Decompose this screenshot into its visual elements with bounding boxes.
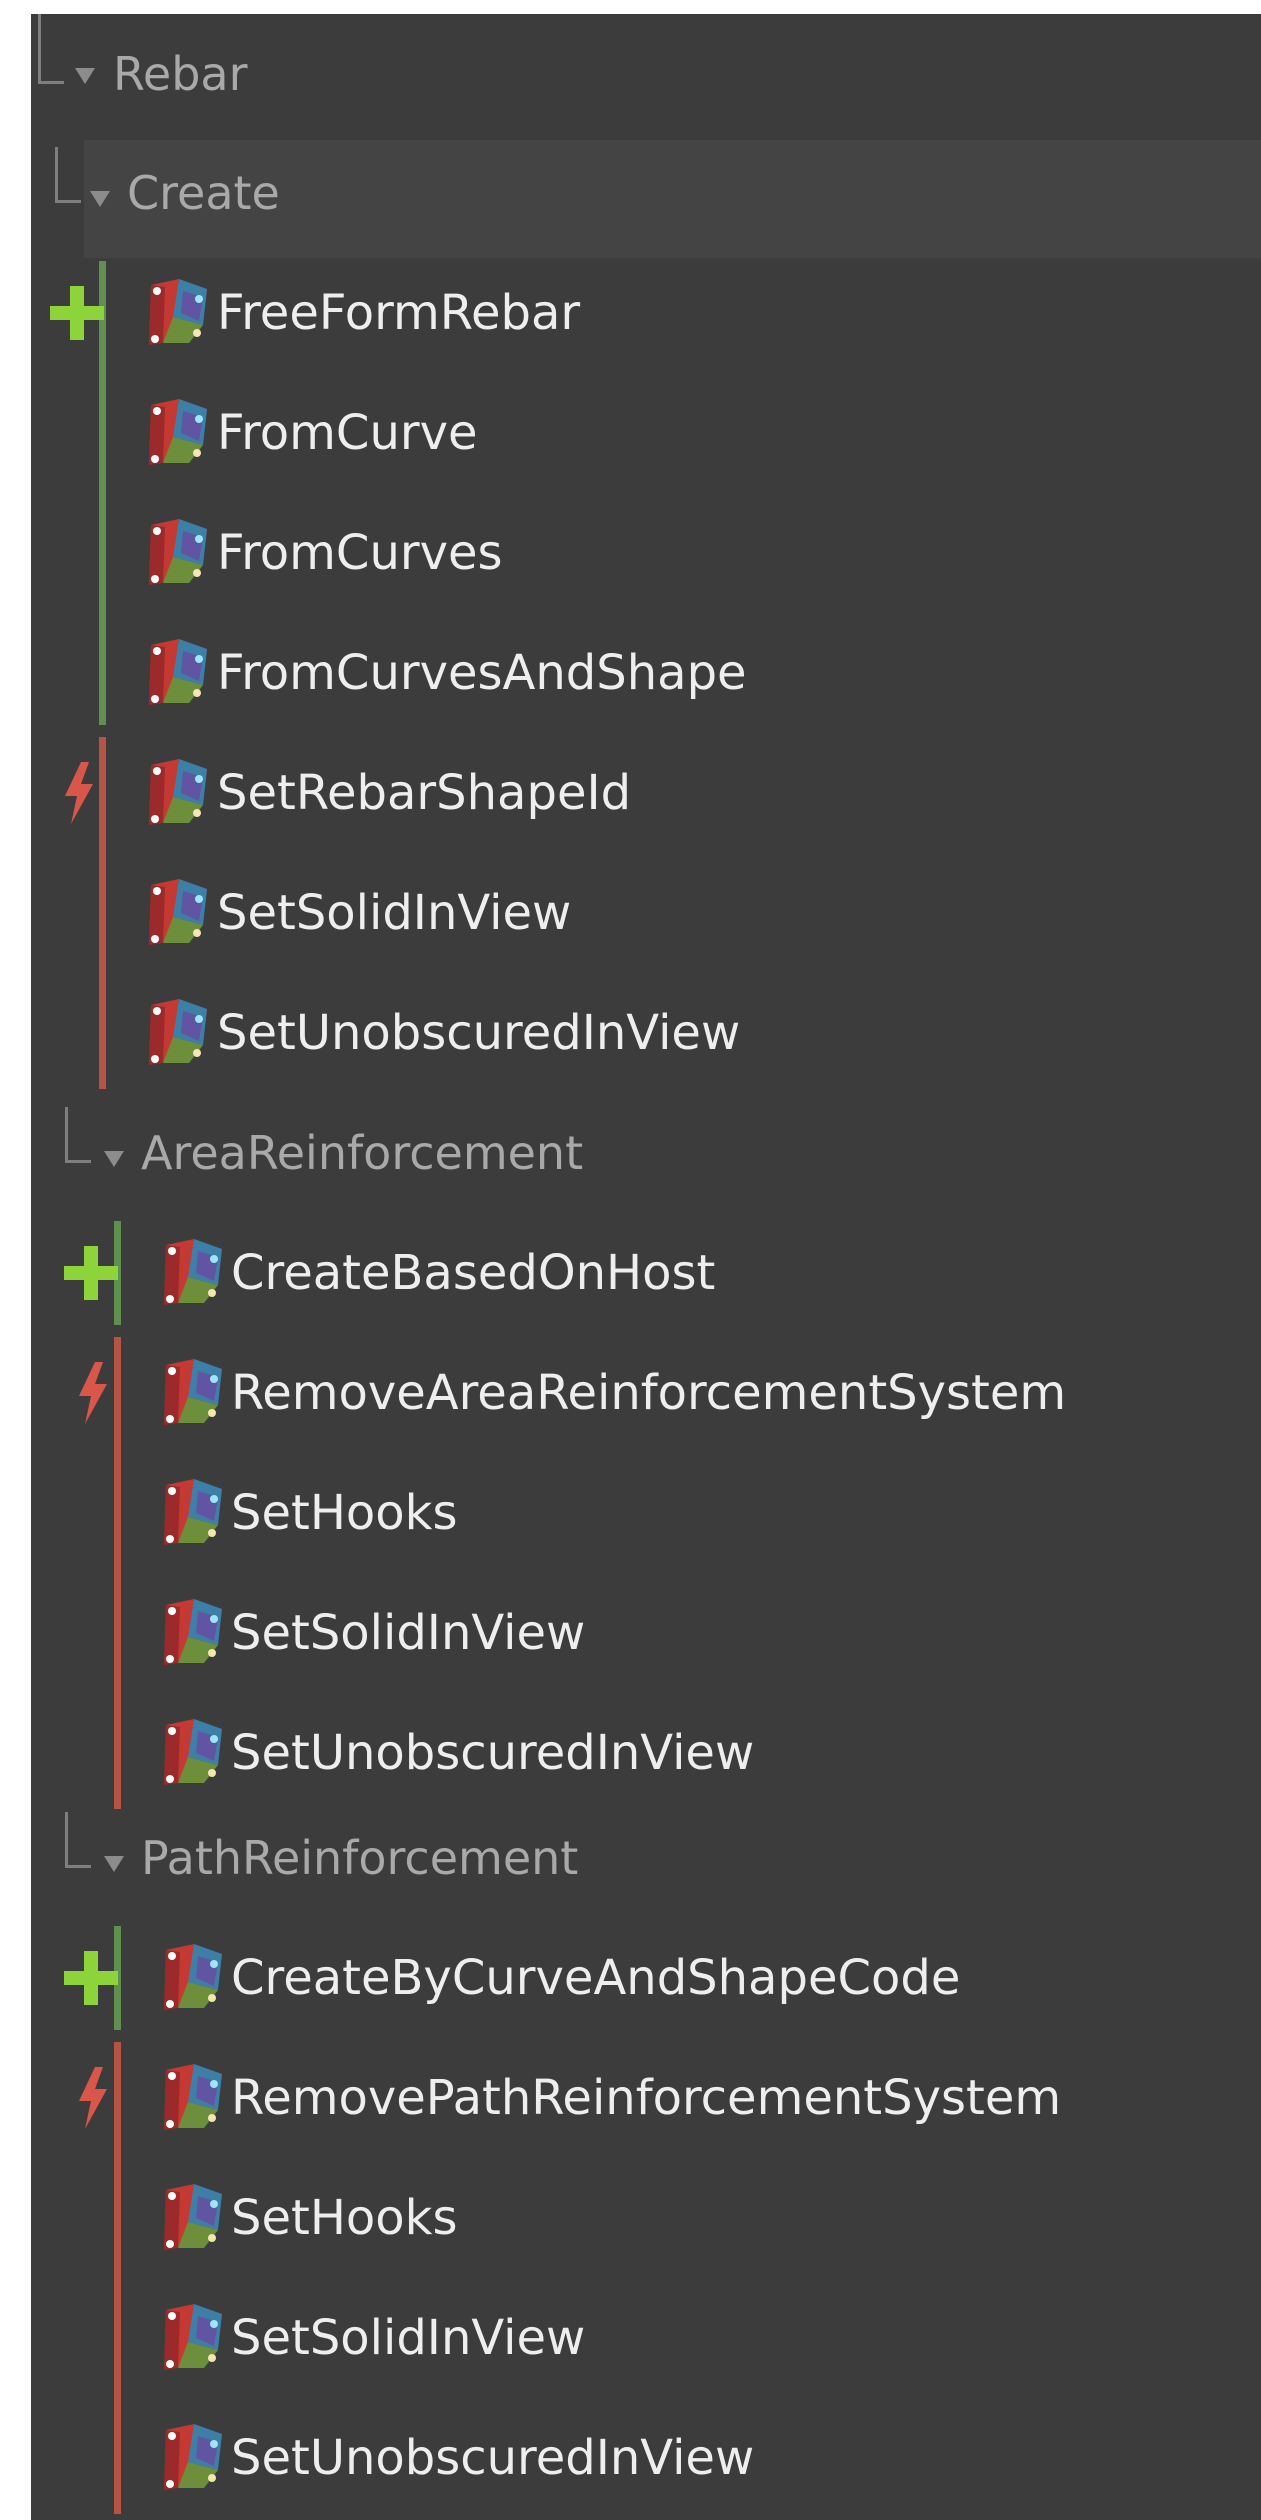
- dynamo-node-icon: [143, 637, 215, 709]
- node-library-panel: Rebar Create FreeFormRebar FromCurve FromCu…: [31, 14, 1261, 2520]
- node-label: CreateByCurveAndShapeCode: [231, 1950, 961, 2006]
- tree-connector: [55, 147, 81, 203]
- node-label: SetSolidInView: [217, 885, 572, 941]
- node-label: SetHooks: [231, 2190, 458, 2246]
- category-label: Rebar: [113, 47, 248, 101]
- node-label: RemoveAreaReinforcementSystem: [231, 1365, 1067, 1421]
- tree-connector: [38, 14, 64, 84]
- caret-down-icon[interactable]: [75, 68, 95, 84]
- node-label: CreateBasedOnHost: [231, 1245, 716, 1301]
- dynamo-node-icon: [143, 397, 215, 469]
- dynamo-node-icon: [158, 1597, 230, 1669]
- node-label: SetSolidInView: [231, 1605, 586, 1661]
- node-label: SetUnobscuredInView: [231, 2430, 755, 2486]
- lightning-bolt-icon: [73, 2067, 113, 2129]
- node-label: FromCurvesAndShape: [217, 645, 747, 701]
- dynamo-node-icon: [143, 757, 215, 829]
- dynamo-node-icon: [158, 1942, 230, 2014]
- group-label: PathReinforcement: [141, 1831, 579, 1885]
- node-label: SetSolidInView: [231, 2310, 586, 2366]
- tree-connector: [65, 1812, 91, 1868]
- plus-icon: [48, 284, 106, 342]
- dynamo-node-icon: [158, 2422, 230, 2494]
- node-label: FromCurves: [217, 525, 503, 581]
- dynamo-node-icon: [158, 2062, 230, 2134]
- plus-icon: [62, 1244, 120, 1302]
- plus-icon: [62, 1949, 120, 2007]
- node-label: SetHooks: [231, 1485, 458, 1541]
- dynamo-node-icon: [158, 1717, 230, 1789]
- dynamo-node-icon: [158, 2302, 230, 2374]
- dynamo-node-icon: [158, 2182, 230, 2254]
- dynamo-node-icon: [158, 1237, 230, 1309]
- dynamo-node-icon: [143, 517, 215, 589]
- dynamo-node-icon: [143, 997, 215, 1069]
- caret-down-icon[interactable]: [104, 1151, 124, 1167]
- caret-down-icon[interactable]: [90, 191, 110, 207]
- caret-down-icon[interactable]: [104, 1856, 124, 1872]
- node-label: RemovePathReinforcementSystem: [231, 2070, 1062, 2126]
- lightning-bolt-icon: [73, 1362, 113, 1424]
- action-section-bar: [99, 737, 106, 1089]
- node-label: SetUnobscuredInView: [231, 1725, 755, 1781]
- dynamo-node-icon: [158, 1477, 230, 1549]
- tree-connector: [65, 1107, 91, 1163]
- group-label: Create: [127, 166, 280, 220]
- lightning-bolt-icon: [59, 762, 99, 824]
- dynamo-node-icon: [158, 1357, 230, 1429]
- node-label: FromCurve: [217, 405, 478, 461]
- group-label: AreaReinforcement: [141, 1126, 584, 1180]
- dynamo-node-icon: [143, 277, 215, 349]
- node-label: SetUnobscuredInView: [217, 1005, 741, 1061]
- action-section-bar: [114, 1337, 121, 1809]
- node-label: SetRebarShapeId: [217, 765, 632, 821]
- action-section-bar: [114, 2042, 121, 2514]
- node-label: FreeFormRebar: [217, 285, 581, 341]
- dynamo-node-icon: [143, 877, 215, 949]
